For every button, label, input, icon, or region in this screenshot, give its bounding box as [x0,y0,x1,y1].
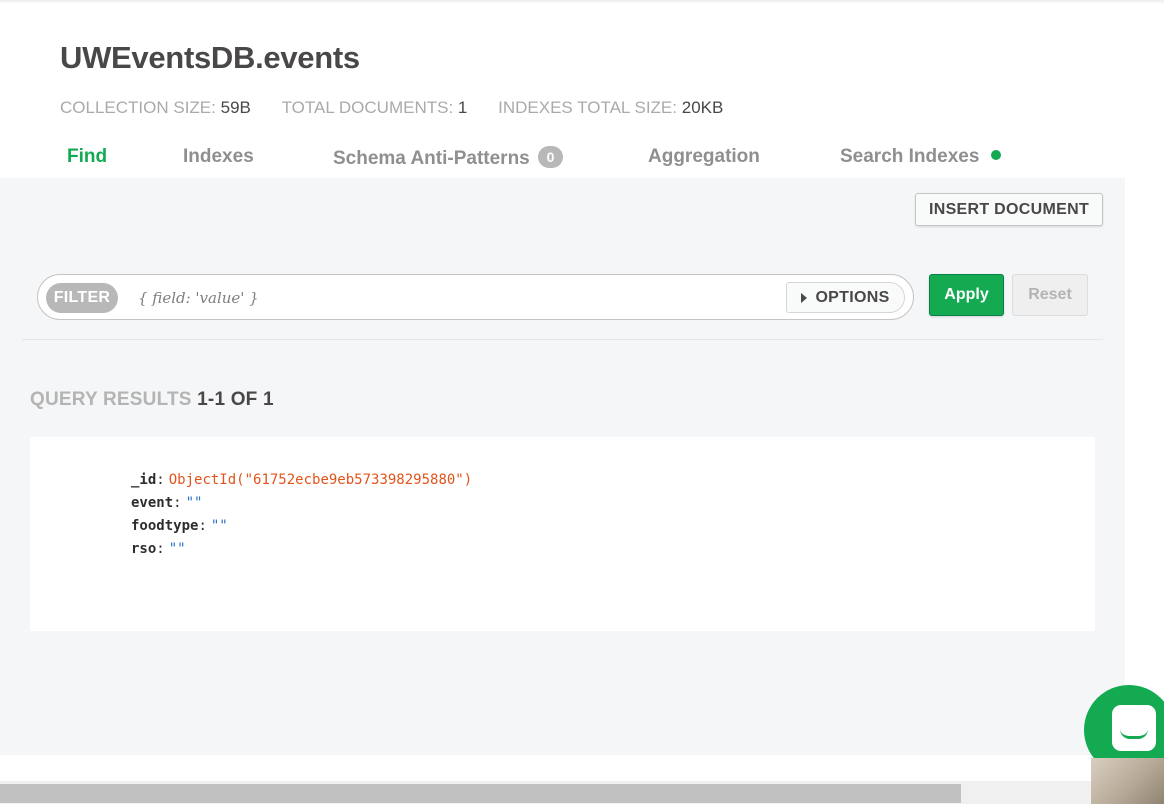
field-key: foodtype [131,518,199,534]
field-key: _id [131,472,157,488]
options-button-label: OPTIONS [815,288,890,306]
insert-document-button[interactable]: INSERT DOCUMENT [915,193,1103,226]
reset-button[interactable]: Reset [1012,274,1088,316]
stat-total-documents-label: TOTAL DOCUMENTS: [281,98,454,117]
field-separator: : [156,472,165,488]
field-value-string[interactable]: "" [211,518,228,534]
caret-right-icon [801,292,808,303]
anti-patterns-count-badge: 0 [538,146,564,168]
field-key: rso [131,541,157,557]
document-field: event: "" [131,492,472,515]
chat-icon [1112,705,1156,751]
tab-find[interactable]: Find [67,146,107,168]
tab-schema-anti-patterns-label: Schema Anti-Patterns [333,148,530,169]
filter-input[interactable] [138,287,778,309]
query-results-label: QUERY RESULTS [30,389,192,410]
scrollbar-thumb[interactable] [0,784,961,803]
stat-collection-size-value: 59B [220,98,251,117]
tab-search-indexes[interactable]: Search Indexes [840,146,1001,168]
stat-total-documents: TOTAL DOCUMENTS: 1 [282,98,468,118]
document-card[interactable]: _id: ObjectId("61752ecbe9eb573398295880")… [30,437,1095,631]
options-button[interactable]: OPTIONS [786,282,905,313]
tab-aggregation-label: Aggregation [648,146,760,167]
search-indexes-status-dot [990,150,1001,160]
collection-stats: COLLECTION SIZE: 59B TOTAL DOCUMENTS: 1 … [60,98,749,118]
field-value-objectid[interactable]: ObjectId("61752ecbe9eb573398295880") [169,472,472,488]
field-separator: : [173,495,182,511]
collection-title: UWEventsDB.events [60,40,360,75]
query-results-range: 1-1 OF 1 [197,389,274,410]
tab-indexes[interactable]: Indexes [183,146,254,168]
field-value-string[interactable]: "" [169,541,186,557]
field-key: event [131,495,174,511]
stat-collection-size-label: COLLECTION SIZE: [60,98,216,117]
tab-find-label: Find [67,146,108,167]
document-field: foodtype: "" [131,515,472,538]
field-separator: : [198,518,207,534]
horizontal-scrollbar[interactable] [0,781,1091,804]
tab-search-indexes-label: Search Indexes [840,146,980,167]
tab-schema-anti-patterns[interactable]: Schema Anti-Patterns 0 [333,146,564,170]
chat-smile-mark [1120,729,1148,739]
right-gutter [1125,178,1164,755]
tab-indexes-label: Indexes [183,146,254,167]
stat-collection-size: COLLECTION SIZE: 59B [60,98,251,118]
top-shadow [0,0,1164,4]
divider [22,339,1103,340]
filter-bar: FILTER OPTIONS [37,274,914,320]
field-separator: : [156,541,165,557]
stat-indexes-total-size: INDEXES TOTAL SIZE: 20KB [498,98,723,118]
stat-indexes-total-size-value: 20KB [681,98,724,117]
stat-indexes-total-size-label: INDEXES TOTAL SIZE: [498,98,677,117]
corner-thumbnail [1091,758,1164,804]
stat-total-documents-value: 1 [457,98,468,117]
document-field: rso: "" [131,538,472,561]
field-value-string[interactable]: "" [186,495,203,511]
apply-button[interactable]: Apply [929,274,1004,316]
collection-tabs: Find Indexes Schema Anti-Patterns 0 Aggr… [0,140,1125,178]
document-fields: _id: ObjectId("61752ecbe9eb573398295880")… [131,469,472,561]
query-results-header: QUERY RESULTS 1-1 OF 1 [30,389,274,411]
document-field: _id: ObjectId("61752ecbe9eb573398295880") [131,469,472,492]
tab-aggregation[interactable]: Aggregation [648,146,760,168]
filter-label: FILTER [46,283,118,313]
